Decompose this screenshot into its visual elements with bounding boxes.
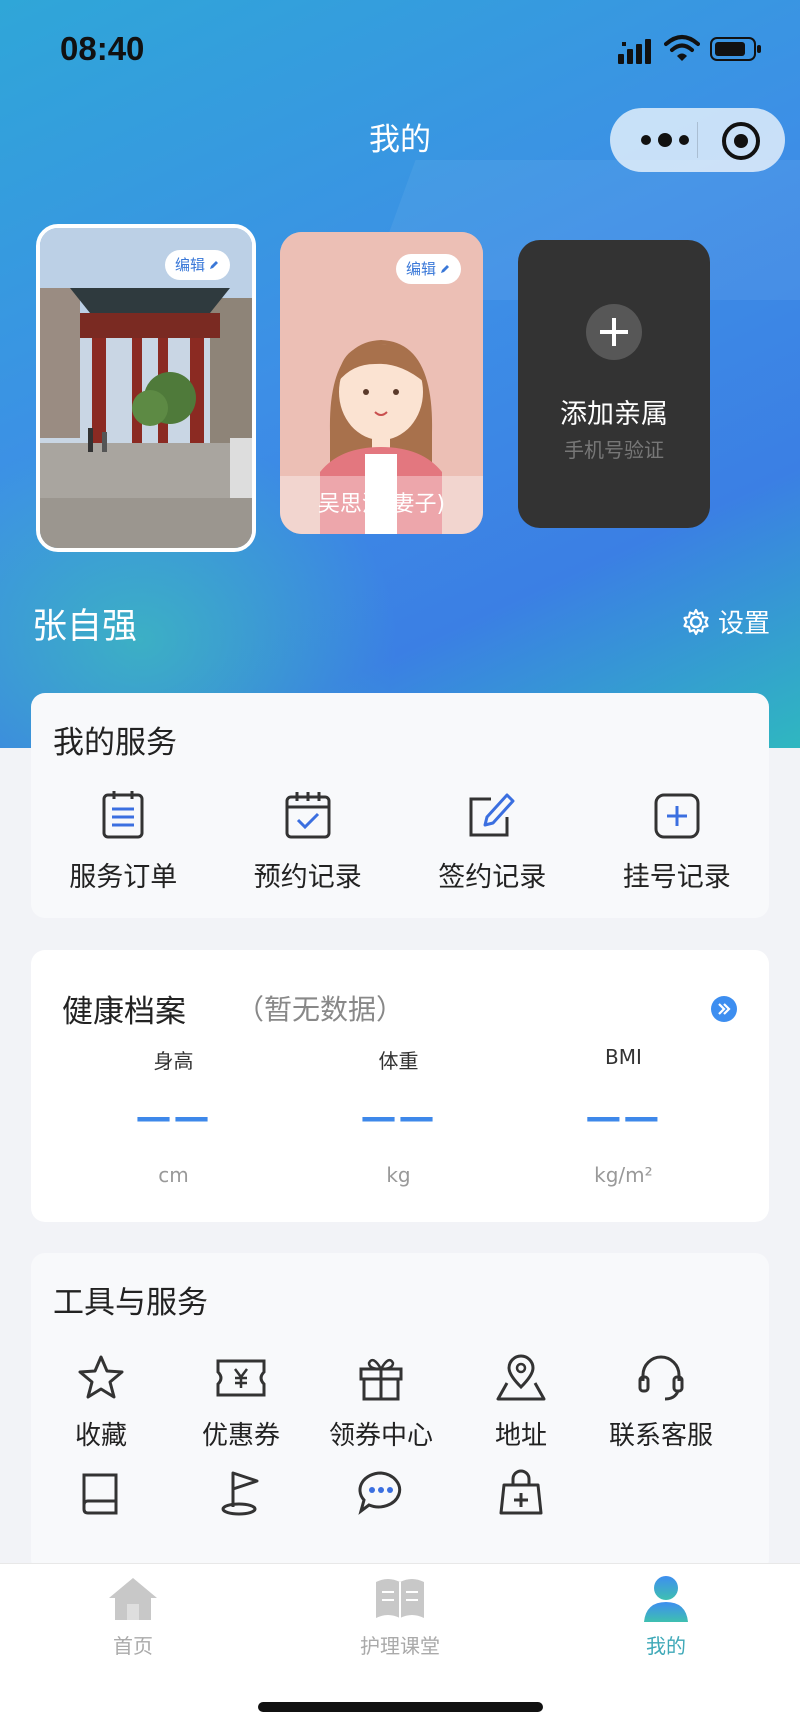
coupon-icon	[216, 1359, 266, 1397]
service-orders-button[interactable]: 服务订单	[31, 789, 216, 894]
user-icon	[644, 1576, 688, 1622]
edit-label: 编辑	[174, 256, 205, 274]
close-mini-program-icon[interactable]	[722, 122, 760, 160]
tool-label: 联系客服	[608, 1421, 713, 1451]
edit-badge[interactable]: 编辑	[395, 254, 461, 284]
family-card-self[interactable]: 编辑	[36, 224, 256, 552]
edit-label: 编辑	[405, 260, 436, 278]
service-label: 预约记录	[253, 862, 362, 893]
metric-name: 身高	[153, 1049, 194, 1073]
open-book-icon	[376, 1579, 424, 1618]
service-label: 签约记录	[438, 862, 547, 893]
wifi-icon	[664, 35, 700, 61]
pencil-icon	[210, 261, 218, 269]
metric-unit: kg	[386, 1163, 411, 1187]
health-record-panel[interactable]: 健康档案 （暂无数据） 身高 —— cm 体重 —— kg BMI —— kg/…	[31, 950, 769, 1222]
home-icon	[109, 1578, 157, 1620]
tab-label: 首页	[113, 1634, 153, 1658]
tool-chat-button[interactable]	[311, 1467, 451, 1517]
metric-height: 身高 —— cm	[61, 1045, 286, 1187]
tools-services-panel: 工具与服务 收藏 优惠券 领券中心 地址 联系客服	[31, 1253, 769, 1573]
order-list-icon	[102, 791, 144, 839]
pencil-icon	[441, 265, 449, 273]
tool-book-button[interactable]	[31, 1467, 171, 1517]
relative-name: 吴思洁(妻子)	[280, 476, 483, 534]
tool-label: 优惠券	[201, 1421, 280, 1451]
tool-flag-button[interactable]	[171, 1467, 311, 1517]
registration-records-button[interactable]: 挂号记录	[585, 789, 770, 894]
metric-name: 体重	[378, 1049, 419, 1073]
add-relative-card[interactable]: 添加亲属 手机号验证	[518, 240, 710, 528]
coupon-center-button[interactable]: 领券中心	[311, 1353, 451, 1455]
medical-bag-icon	[499, 1469, 543, 1515]
book-icon	[82, 1473, 118, 1515]
headset-icon	[638, 1355, 684, 1401]
my-services-panel: 我的服务 服务订单 预约记录 签约记录 挂号记录	[31, 693, 769, 918]
home-indicator	[258, 1702, 543, 1712]
plus-square-icon	[654, 793, 700, 839]
section-title: 我的服务	[53, 725, 177, 761]
metric-value: ——	[360, 1097, 437, 1138]
tool-label: 收藏	[74, 1421, 127, 1451]
gift-icon	[359, 1358, 403, 1401]
contract-records-button[interactable]: 签约记录	[400, 789, 585, 894]
service-label: 挂号记录	[622, 862, 731, 893]
edit-sign-icon	[469, 793, 515, 837]
tab-mine[interactable]: 我的	[586, 1574, 746, 1659]
settings-label: 设置	[718, 609, 771, 639]
double-chevron-right-icon[interactable]	[711, 996, 737, 1022]
calendar-check-icon	[285, 792, 331, 839]
tab-label: 我的	[646, 1634, 686, 1658]
tab-home[interactable]: 首页	[53, 1574, 213, 1659]
status-time: 08:40	[60, 30, 145, 67]
metric-bmi: BMI —— kg/m²	[511, 1045, 736, 1187]
section-title: 工具与服务	[53, 1285, 208, 1321]
add-relative-title: 添加亲属	[560, 399, 668, 430]
family-card-wife[interactable]: 编辑 吴思洁(妻子)	[280, 232, 483, 534]
contact-support-button[interactable]: 联系客服	[591, 1353, 731, 1455]
tab-label: 护理课堂	[360, 1634, 440, 1658]
more-icon[interactable]	[636, 126, 694, 154]
signal-icon	[618, 39, 651, 64]
address-button[interactable]: 地址	[451, 1353, 591, 1455]
section-title: 健康档案	[62, 994, 186, 1030]
battery-icon	[710, 37, 761, 61]
tool-label: 地址	[494, 1421, 547, 1451]
status-bar: 08:40	[0, 0, 800, 100]
tool-medical-bag-button[interactable]	[451, 1467, 591, 1517]
map-pin-icon	[496, 1354, 546, 1401]
metric-name: BMI	[604, 1045, 642, 1069]
mini-program-capsule	[610, 108, 785, 172]
capsule-divider	[697, 122, 698, 158]
metric-value: ——	[135, 1097, 212, 1138]
plus-icon	[586, 304, 642, 360]
metric-unit: cm	[158, 1163, 189, 1187]
tool-label: 领券中心	[328, 1421, 433, 1451]
chat-icon	[358, 1471, 402, 1515]
empty-data-note: （暂无数据）	[236, 993, 405, 1026]
flag-icon	[221, 1471, 259, 1516]
metric-unit: kg/m²	[594, 1163, 653, 1187]
metric-weight: 体重 —— kg	[286, 1045, 511, 1187]
star-icon	[78, 1355, 124, 1399]
settings-button[interactable]: 设置	[682, 603, 770, 640]
user-name: 张自强	[32, 607, 138, 647]
metric-value: ——	[585, 1097, 662, 1138]
edit-badge[interactable]: 编辑	[164, 250, 230, 280]
tab-nursing-class[interactable]: 护理课堂	[320, 1574, 480, 1659]
favorites-button[interactable]: 收藏	[31, 1353, 171, 1455]
coupons-button[interactable]: 优惠券	[171, 1353, 311, 1455]
gear-icon	[683, 608, 709, 635]
add-relative-subtitle: 手机号验证	[564, 438, 664, 462]
appointment-records-button[interactable]: 预约记录	[216, 789, 401, 894]
service-label: 服务订单	[69, 862, 178, 893]
